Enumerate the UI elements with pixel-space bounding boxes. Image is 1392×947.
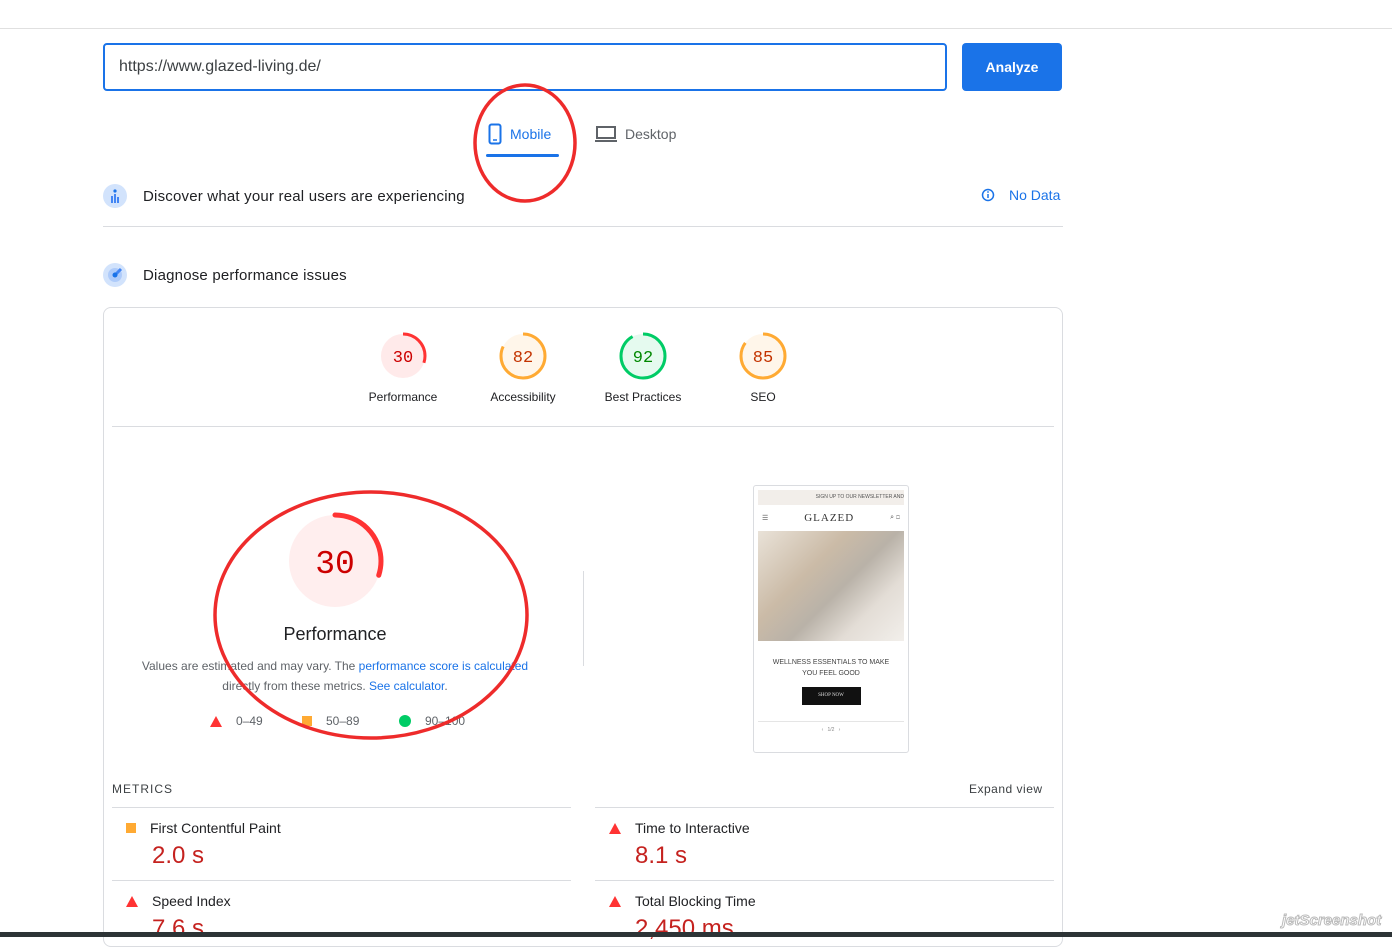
ss-banner: SIGN UP TO OUR NEWSLETTER AND — [758, 490, 904, 505]
tab-label: Mobile — [510, 126, 552, 142]
metric-value: 2.0 s — [152, 842, 205, 869]
legend-label: 0–49 — [236, 714, 263, 728]
gauge-ring: 92 — [619, 332, 667, 380]
section-divider — [103, 226, 1063, 227]
watermark-logo: jetScreenshot — [1281, 912, 1382, 930]
analyze-button[interactable]: Analyze — [962, 43, 1062, 91]
metric-label: First Contentful Paint — [150, 820, 281, 836]
score-description: Values are estimated and may vary. The p… — [135, 656, 535, 696]
desc-text: . — [444, 679, 448, 693]
divider — [595, 807, 1054, 808]
legend-pass: 90–100 — [399, 714, 465, 728]
laptop-icon — [595, 126, 617, 142]
legend-label: 90–100 — [425, 714, 466, 728]
metric-label: Time to Interactive — [635, 820, 750, 836]
gauge-score: 85 — [753, 349, 773, 368]
divider — [595, 880, 1054, 881]
gauge-score: 92 — [633, 349, 653, 368]
square-icon — [302, 716, 312, 726]
field-data-title: Discover what your real users are experi… — [143, 187, 465, 205]
metric-label: Total Blocking Time — [635, 893, 756, 909]
main-score: 30 — [315, 546, 355, 583]
divider — [112, 807, 571, 808]
gauge-label: Accessibility — [490, 390, 556, 404]
users-chart-icon — [103, 184, 127, 208]
desc-text: Values are estimated and may vary. The — [141, 659, 359, 673]
metrics-heading: METRICS — [112, 782, 173, 796]
desc-text: directly from these metrics. — [222, 679, 369, 693]
no-data-status[interactable]: No Data — [981, 187, 1060, 203]
circle-icon — [399, 715, 411, 727]
menu-icon: ☰ — [762, 515, 769, 522]
active-tab-indicator — [486, 154, 559, 157]
see-calculator-link[interactable]: See calculator — [369, 679, 444, 693]
legend-label: 50–89 — [326, 714, 360, 728]
metric-value: 7.6 s — [152, 915, 205, 942]
gauge-ring: 30 — [379, 332, 427, 380]
lab-data-title: Diagnose performance issues — [143, 266, 347, 284]
search-cart-icons: ⌕ ◻ — [890, 514, 900, 521]
page-screenshot: SIGN UP TO OUR NEWSLETTER AND ☰ GLAZED ⌕… — [753, 485, 909, 753]
ss-hero-image — [758, 531, 904, 641]
ss-pager-text: 1/2 — [827, 727, 835, 733]
gauge-score: 30 — [393, 349, 413, 368]
ss-cta: SHOP NOW — [801, 687, 861, 705]
field-data-header: Discover what your real users are experi… — [103, 184, 465, 208]
score-gauge-performance[interactable]: 30 Performance — [353, 330, 453, 404]
ss-pager: ‹ 1/2 › — [758, 721, 904, 733]
square-icon — [126, 823, 136, 833]
top-divider — [0, 28, 1392, 29]
divider — [112, 880, 571, 881]
metric-value: 2,450 ms — [635, 915, 734, 942]
metric-value: 8.1 s — [635, 842, 688, 869]
score-gauge-seo[interactable]: 85 SEO — [713, 330, 813, 404]
metric-label: Speed Index — [152, 893, 231, 909]
gauge-score: 82 — [513, 349, 533, 368]
tab-desktop[interactable]: Desktop — [595, 122, 676, 146]
tab-label: Desktop — [625, 126, 677, 142]
phone-icon — [488, 123, 502, 145]
main-performance-gauge: 30 — [285, 511, 385, 616]
tab-mobile[interactable]: Mobile — [488, 122, 551, 146]
expand-view-button[interactable]: Expand view — [969, 782, 1043, 796]
gauge-label: SEO — [750, 390, 776, 404]
diagnose-icon — [103, 263, 127, 287]
gauge-label: Best Practices — [604, 390, 682, 404]
legend-average: 50–89 — [302, 714, 359, 728]
gauge-ring: 82 — [499, 332, 547, 380]
metric-fcp: First Contentful Paint 2.0 s — [126, 820, 281, 870]
legend-fail: 0–49 — [210, 714, 263, 728]
ss-brand: GLAZED — [804, 512, 855, 524]
triangle-icon — [126, 895, 138, 907]
no-data-label: No Data — [1009, 187, 1061, 203]
bottom-bar — [0, 932, 1392, 937]
triangle-icon — [609, 822, 621, 834]
url-input[interactable]: https://www.glazed-living.de/ — [103, 43, 947, 91]
score-calc-link[interactable]: performance score is calculated — [359, 659, 528, 673]
score-gauge-best-practices[interactable]: 92 Best Practices — [593, 330, 693, 404]
main-performance-label: Performance — [283, 624, 387, 644]
metric-tti: Time to Interactive 8.1 s — [609, 820, 750, 870]
score-gauge-accessibility[interactable]: 82 Accessibility — [473, 330, 573, 404]
gauge-label: Performance — [368, 390, 438, 404]
lab-data-header: Diagnose performance issues — [103, 263, 347, 287]
gauges-divider — [112, 426, 1054, 427]
vertical-divider — [583, 571, 584, 666]
info-icon — [981, 188, 995, 202]
triangle-icon — [609, 895, 621, 907]
triangle-icon — [210, 715, 222, 727]
ss-headline: WELLNESS ESSENTIALS TO MAKE YOU FEEL GOO… — [772, 659, 890, 677]
gauge-ring: 85 — [739, 332, 787, 380]
